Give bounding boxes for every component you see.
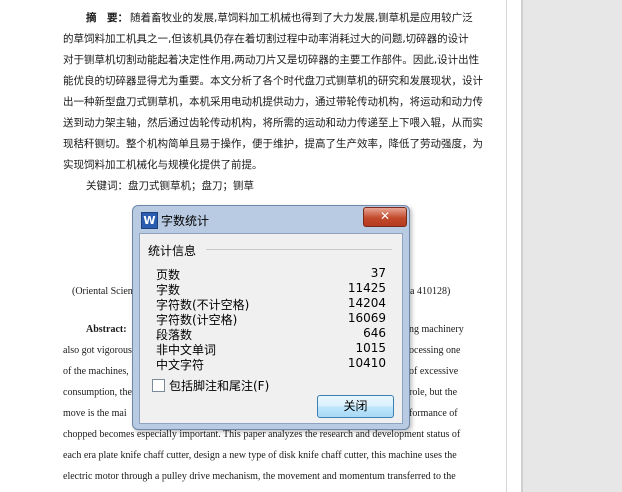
abstract-cn-line: 随着畜牧业的发展,草饲料加工机械也得到了大力发展,铡草机是应用较广泛 <box>130 12 473 24</box>
abstract-cn-line: 出一种新型盘刀式铡草机，本机采用电动机提供动力，通过带轮传动机构，将运动和动力传 <box>63 96 483 108</box>
group-divider <box>206 249 392 250</box>
app-icon: W <box>141 212 158 229</box>
abstract-en-fragment: of the machines, <box>63 366 129 377</box>
page-edge <box>506 0 507 492</box>
abstract-cn-line: 送到动力架主轴，然后通过齿轮传动机构，将所需的运动和动力传递至上下喂入辊，从而实 <box>63 117 483 129</box>
stat-value: 16069 <box>347 311 386 325</box>
abstract-en-fragment: of excessive <box>409 366 459 377</box>
stat-row: 字符数(计空格) 16069 <box>156 311 386 327</box>
dialog-titlebar[interactable]: W 字数统计 ✕ <box>133 206 409 232</box>
include-footnotes-checkbox[interactable] <box>152 379 165 392</box>
stat-value: 11425 <box>347 281 386 295</box>
keywords-cn: 关键词：盘刀式铡草机；盘刀；铡草 <box>86 180 254 192</box>
close-button[interactable]: 关闭 <box>317 395 394 418</box>
dialog-title: 字数统计 <box>161 214 210 228</box>
abstract-cn-line: 对于铡草机切割动能起着决定性作用,两动刀片又是切碎器的主要工作部件。因此,设计出… <box>63 54 480 66</box>
stat-value: 646 <box>363 326 386 340</box>
stat-row: 中文字符 10410 <box>156 356 386 372</box>
affiliation-right: a 410128) <box>410 286 451 297</box>
abstract-en-line: electric motor through a pulley drive me… <box>63 471 456 482</box>
abstract-en-fragment: formance of <box>409 408 458 419</box>
abstract-cn-line: 能优良的切碎器显得尤为重要。本文分析了各个时代盘刀式铡草机的研究和发展现状，设计 <box>63 75 483 87</box>
dialog-body: 统计信息 页数 37 字数 11425 字符数(不计空格) 14204 字符数(… <box>139 233 403 424</box>
abstract-en-fragment: move is the mai <box>63 408 127 419</box>
word-count-dialog: W 字数统计 ✕ 统计信息 页数 37 字数 11425 字符数(不计空格) 1… <box>132 205 410 430</box>
stat-value: 37 <box>370 266 386 280</box>
abstract-en-fragment: also got vigorous <box>63 345 132 356</box>
abstract-en-fragment: ocessing one <box>409 345 461 356</box>
stat-row: 字数 11425 <box>156 281 386 297</box>
stat-row: 页数 37 <box>156 266 386 282</box>
abstract-cn-line: 的草饲料加工机具之一,但该机具仍存在着切割过程中动率消耗过大的问题,切碎器的设计 <box>63 33 469 45</box>
include-footnotes-label[interactable]: 包括脚注和尾注(F) <box>169 377 269 394</box>
workspace-background <box>523 0 622 492</box>
abstract-en-line: each era plate knife chaff cutter, desig… <box>63 450 457 461</box>
abstract-en-fragment: consumption, the <box>63 387 132 398</box>
stat-value: 1015 <box>355 341 386 355</box>
abstract-en-label: Abstract: <box>86 324 127 335</box>
stat-value: 10410 <box>347 356 386 370</box>
abstract-cn-line: 实现饲料加工机械化与规模化提供了前提。 <box>63 159 263 171</box>
stat-row: 非中文单词 1015 <box>156 341 386 357</box>
stat-label: 中文字符 <box>156 358 205 372</box>
group-label: 统计信息 <box>148 242 200 259</box>
close-icon[interactable]: ✕ <box>363 207 407 227</box>
abstract-en-line: chopped becomes especially important. Th… <box>63 429 461 440</box>
affiliation-left: (Oriental Scien <box>72 286 133 297</box>
stat-row: 段落数 646 <box>156 326 386 342</box>
abstract-en-fragment: role, but the <box>409 387 458 398</box>
abstract-cn-line: 现秸秆铡切。整个机构简单且易于操作，便于维护，提高了生产效率，降低了劳动强度，为 <box>63 138 483 150</box>
abstract-en-fragment: ng machinery <box>409 324 464 335</box>
stat-value: 14204 <box>347 296 386 310</box>
abstract-cn-label: 摘 要： <box>86 12 128 24</box>
stat-row: 字符数(不计空格) 14204 <box>156 296 386 312</box>
